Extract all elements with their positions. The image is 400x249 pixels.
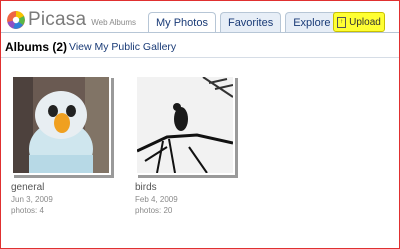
main-tabs: My Photos Favorites Explore xyxy=(148,12,343,32)
album-photo-count: photos: 4 xyxy=(11,206,44,215)
upload-icon: ↑ xyxy=(337,16,347,28)
album-cover-image xyxy=(13,77,109,173)
picasa-logo-icon xyxy=(7,11,25,29)
album-date: Feb 4, 2009 xyxy=(135,195,178,204)
upload-button[interactable]: ↑ Upload xyxy=(333,12,385,32)
album-photo-count: photos: 20 xyxy=(135,206,173,215)
tab-explore[interactable]: Explore xyxy=(285,12,339,32)
album-cover-general[interactable] xyxy=(11,75,111,175)
album-cover-image xyxy=(137,77,233,173)
album-date: Jun 3, 2009 xyxy=(11,195,53,204)
album-cover-birds[interactable] xyxy=(135,75,235,175)
picasa-logo[interactable]: Picasa Web Albums xyxy=(7,9,136,31)
albums-title: Albums (2) xyxy=(5,40,68,54)
album-card-birds[interactable]: birds Feb 4, 2009 photos: 20 xyxy=(135,75,245,225)
window-frame: Picasa Web Albums My Photos Favorites Ex… xyxy=(0,0,400,249)
header-divider xyxy=(1,32,399,33)
album-card-general[interactable]: general Jun 3, 2009 photos: 4 xyxy=(11,75,121,225)
album-title[interactable]: general xyxy=(11,182,44,193)
album-title[interactable]: birds xyxy=(135,182,157,193)
logo-text: Picasa xyxy=(28,9,87,30)
tab-my-photos[interactable]: My Photos xyxy=(148,12,216,32)
upload-label: Upload xyxy=(349,16,381,28)
albums-divider xyxy=(1,57,399,58)
tab-favorites[interactable]: Favorites xyxy=(219,12,282,32)
public-gallery-link[interactable]: View My Public Gallery xyxy=(69,41,176,53)
logo-subtitle: Web Albums xyxy=(91,17,136,27)
